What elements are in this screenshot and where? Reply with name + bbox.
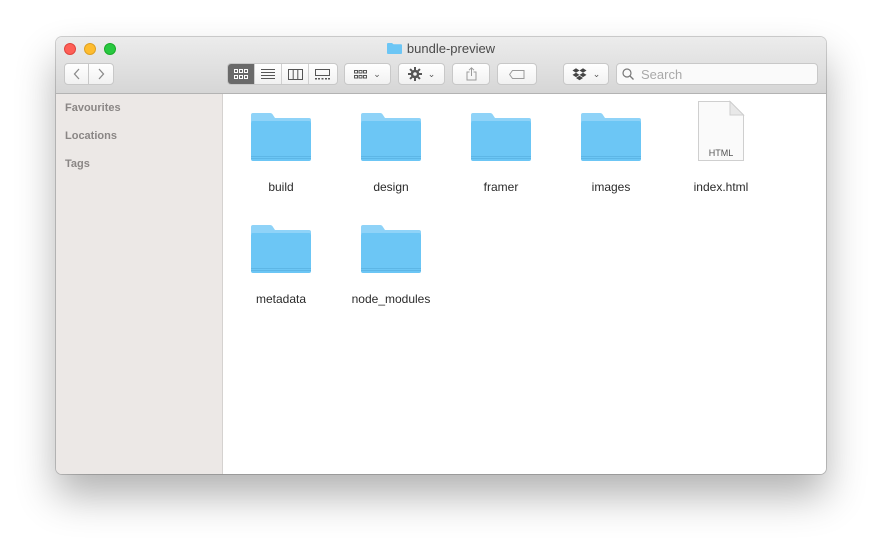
file-name: build xyxy=(268,180,294,194)
tag-button[interactable] xyxy=(497,63,537,85)
share-icon xyxy=(466,67,476,81)
file-item-index-html[interactable]: HTML index.html xyxy=(671,100,771,194)
gallery-view-button[interactable] xyxy=(309,64,336,84)
titlebar: bundle-preview ⌄ ⌄ ⌄ Search xyxy=(56,37,826,94)
search-icon xyxy=(622,68,634,80)
column-view-button[interactable] xyxy=(282,64,309,84)
grid-icon xyxy=(354,69,368,78)
group-by-button[interactable]: ⌄ xyxy=(344,63,391,85)
window-title-text: bundle-preview xyxy=(406,41,496,56)
sidebar-section-locations[interactable]: Locations xyxy=(65,130,117,142)
list-view-button[interactable] xyxy=(255,64,282,84)
search-input[interactable] xyxy=(639,65,813,83)
file-item-framer[interactable]: framer xyxy=(451,102,551,194)
file-type-badge: HTML xyxy=(709,148,734,158)
html-file-icon: HTML xyxy=(698,100,745,161)
dropbox-icon xyxy=(572,67,587,80)
file-name: index.html xyxy=(693,180,749,194)
sidebar: Favourites Locations Tags xyxy=(56,94,223,474)
folder-icon xyxy=(251,225,311,273)
back-button[interactable] xyxy=(64,63,89,85)
folder-icon xyxy=(581,113,641,161)
sidebar-section-tags[interactable]: Tags xyxy=(65,158,90,170)
file-item-build[interactable]: build xyxy=(231,102,331,194)
sidebar-section-favourites[interactable]: Favourites xyxy=(65,102,121,114)
file-name: node_modules xyxy=(351,292,431,306)
folder-icon xyxy=(361,113,421,161)
file-name: design xyxy=(373,180,409,194)
list-view-icon xyxy=(261,69,275,79)
chevron-down-icon: ⌄ xyxy=(373,68,381,79)
folder-icon xyxy=(471,113,531,161)
file-item-design[interactable]: design xyxy=(341,102,441,194)
share-button[interactable] xyxy=(452,63,490,85)
file-item-node-modules[interactable]: node_modules xyxy=(341,214,441,306)
chevron-right-icon xyxy=(98,68,105,80)
action-menu-button[interactable]: ⌄ xyxy=(398,63,445,85)
chevron-left-icon xyxy=(73,68,79,80)
window-title: bundle-preview xyxy=(56,41,826,56)
forward-button[interactable] xyxy=(88,63,114,85)
search-field[interactable] xyxy=(616,63,818,85)
folder-icon xyxy=(251,113,311,161)
file-item-metadata[interactable]: metadata xyxy=(231,214,331,306)
icon-view-icon xyxy=(234,69,248,79)
icon-view-button[interactable] xyxy=(228,64,255,84)
file-name: framer xyxy=(483,180,519,194)
gallery-view-icon xyxy=(315,68,330,79)
gear-icon xyxy=(407,67,422,81)
file-grid: build design framer images HTML index.ht… xyxy=(223,94,826,474)
chevron-down-icon: ⌄ xyxy=(592,68,601,79)
file-name: metadata xyxy=(255,292,307,306)
file-item-images[interactable]: images xyxy=(561,102,661,194)
folder-icon xyxy=(386,43,402,54)
tag-icon xyxy=(509,69,525,79)
file-name: images xyxy=(591,180,631,194)
column-view-icon xyxy=(287,68,303,80)
chevron-down-icon: ⌄ xyxy=(427,68,436,79)
view-mode-segmented-control xyxy=(227,63,338,85)
finder-window: bundle-preview ⌄ ⌄ ⌄ Search Favourites L… xyxy=(56,37,826,474)
folder-icon xyxy=(361,225,421,273)
dropbox-button[interactable]: ⌄ xyxy=(563,63,609,85)
